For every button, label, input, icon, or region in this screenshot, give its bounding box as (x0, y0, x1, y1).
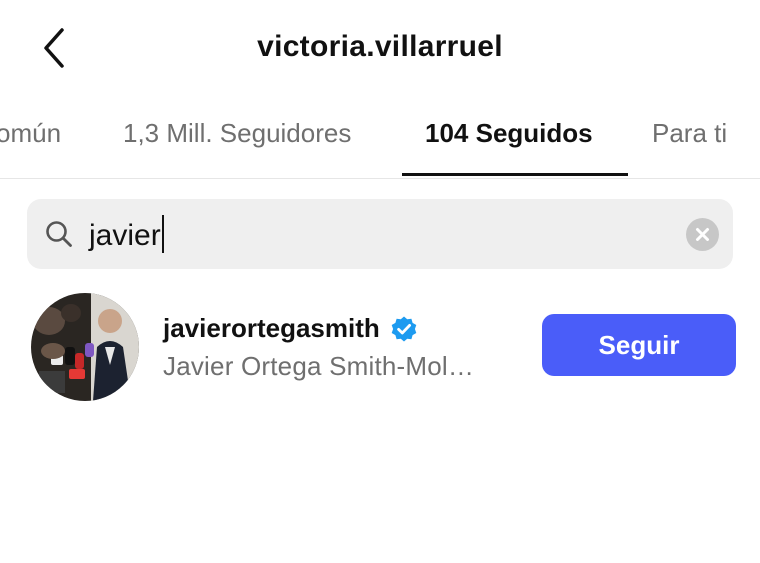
follow-button[interactable]: Seguir (542, 314, 736, 376)
profile-username-title: victoria.villarruel (257, 30, 503, 63)
search-query: javier (89, 219, 161, 252)
result-full-name: Javier Ortega Smith-Mol… (163, 351, 475, 381)
clear-search-button[interactable] (686, 218, 719, 251)
tab-en-comun[interactable]: omún (0, 118, 61, 149)
text-cursor (161, 215, 164, 253)
tab-seguidores[interactable]: 1,3 Mill. Seguidores (123, 118, 351, 149)
active-tab-indicator (402, 173, 628, 176)
search-icon (46, 221, 72, 247)
avatar-photo (31, 293, 139, 401)
verified-badge-icon (391, 316, 417, 341)
search-input[interactable]: javier (89, 215, 164, 253)
clear-icon (696, 228, 709, 241)
tab-seguidos[interactable]: 104 Seguidos (425, 118, 593, 149)
username-row[interactable]: javierortegasmith (163, 313, 418, 344)
tab-para-ti[interactable]: Para ti (652, 118, 727, 149)
follow-tabs: omún 1,3 Mill. Seguidores 104 Seguidos P… (0, 100, 760, 179)
search-result-row[interactable]: javierortegasmith Javier Ortega Smith-Mo… (0, 285, 760, 405)
top-bar: victoria.villarruel (0, 0, 760, 100)
avatar[interactable] (31, 293, 139, 401)
search-bar[interactable]: javier (27, 199, 733, 269)
result-username[interactable]: javierortegasmith (163, 313, 380, 343)
